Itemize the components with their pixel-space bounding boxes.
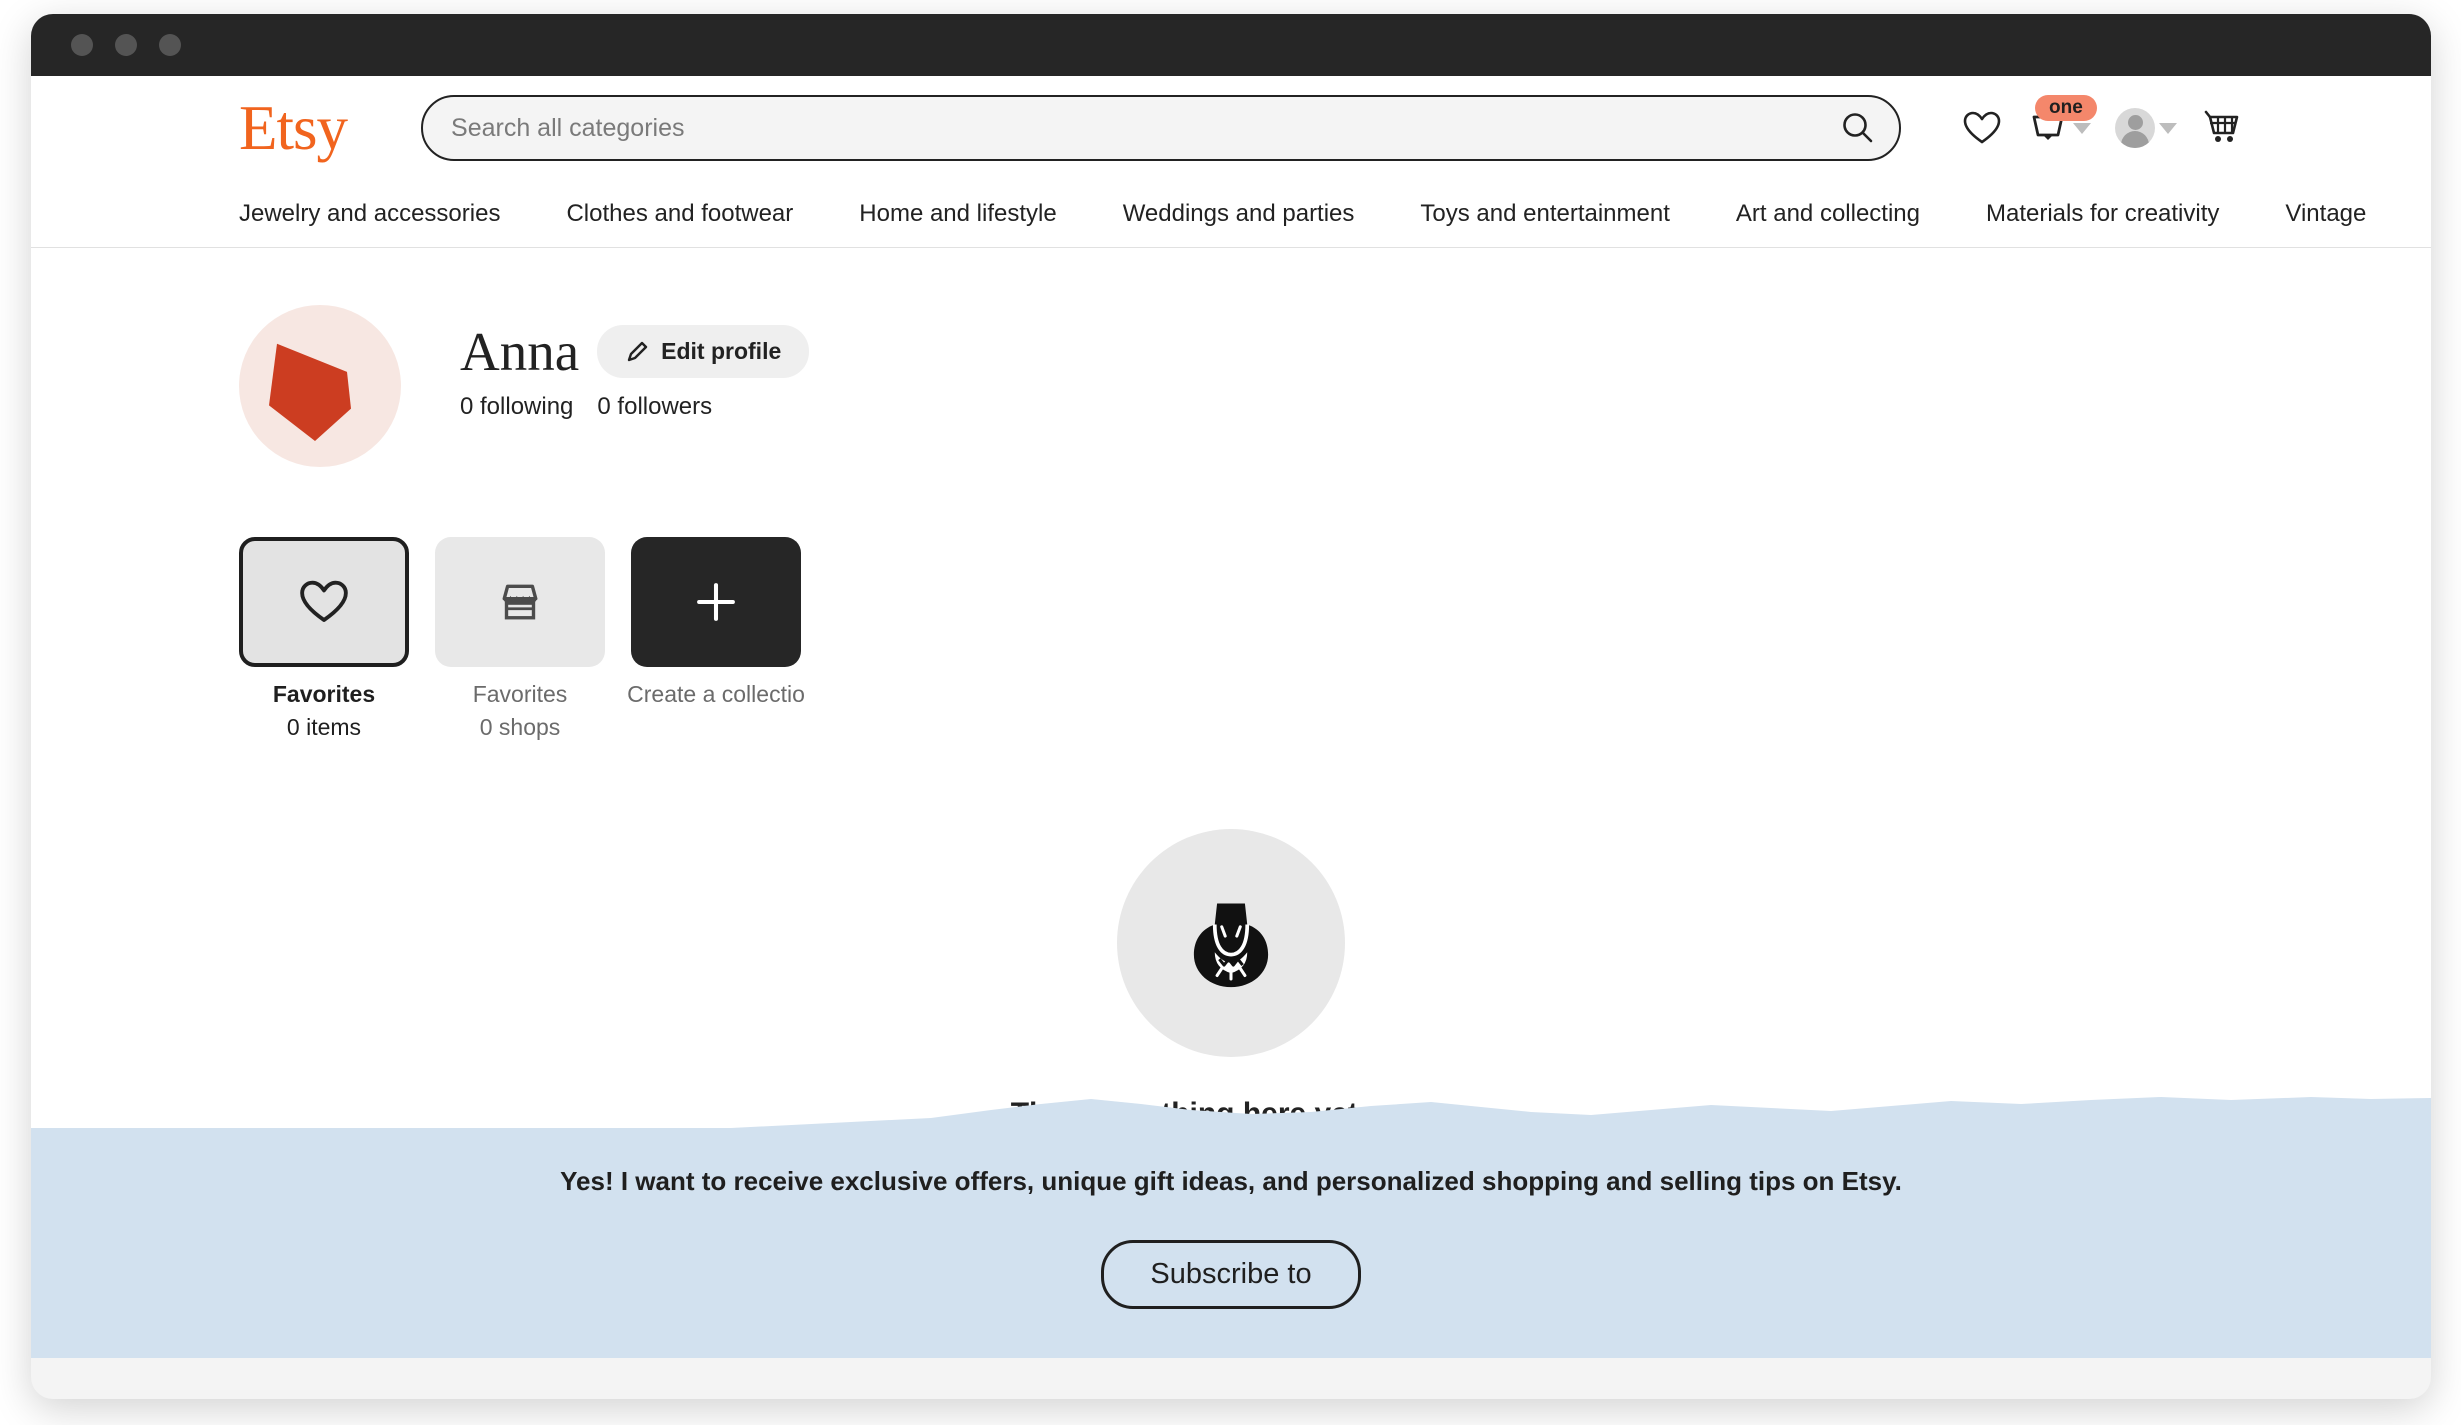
- collection-tile: [435, 537, 605, 667]
- etsy-logo[interactable]: Etsy: [239, 96, 348, 160]
- edit-profile-button[interactable]: Edit profile: [597, 325, 810, 379]
- collection-label: Favorites: [472, 681, 568, 707]
- edit-profile-label: Edit profile: [661, 338, 782, 365]
- maximize-window-button[interactable]: [159, 34, 181, 56]
- collection-favorites-items[interactable]: Favorites 0 items: [239, 537, 409, 741]
- favorites-button[interactable]: [1953, 99, 2011, 157]
- search-icon: [1843, 113, 1873, 143]
- necklace-icon: [1193, 903, 1269, 988]
- browser-titlebar: [31, 14, 2431, 76]
- chevron-down-icon: [2159, 122, 2178, 134]
- nav-item-weddings[interactable]: Weddings and parties: [1123, 200, 1355, 228]
- page-viewport: Etsy Search all categories one Jewelry a…: [31, 76, 2431, 1358]
- account-button[interactable]: [2107, 100, 2185, 156]
- page-title: Anna: [460, 321, 580, 382]
- heart-icon: [1963, 111, 2001, 144]
- search-input[interactable]: [421, 95, 1902, 161]
- profile-header: Anna Edit profile 0 following 0 follower…: [239, 248, 2223, 467]
- nav-item-home[interactable]: Home and lifestyle: [859, 200, 1056, 228]
- profile-details: Anna Edit profile 0 following 0 follower…: [460, 305, 810, 421]
- search-bar: [421, 95, 1902, 161]
- category-nav: Jewelry and accessories Clothes and foot…: [31, 180, 2431, 248]
- close-window-button[interactable]: [71, 34, 93, 56]
- desktop-background: Etsy Search all categories one Jewelry a…: [0, 0, 2461, 1425]
- nav-item-art[interactable]: Art and collecting: [1736, 200, 1920, 228]
- profile-avatar[interactable]: [239, 305, 401, 467]
- cart-button[interactable]: [2193, 98, 2253, 158]
- nav-item-materials[interactable]: Materials for creativity: [1986, 200, 2219, 228]
- following-count[interactable]: 0 following: [460, 393, 573, 421]
- nav-item-vintage[interactable]: Vintage: [2285, 200, 2366, 228]
- collection-label: Favorites: [272, 681, 376, 707]
- create-collection-card[interactable]: Create a collectio: [627, 537, 805, 741]
- site-header: Etsy Search all categories one: [31, 76, 2431, 180]
- footer-content: Yes! I want to receive exclusive offers,…: [31, 1128, 2431, 1309]
- subscribe-message: Yes! I want to receive exclusive offers,…: [560, 1166, 1902, 1196]
- profile-name-row: Anna Edit profile: [460, 321, 810, 382]
- collection-count: 0 shops: [479, 714, 561, 740]
- collection-tile: [239, 537, 409, 667]
- subscribe-button[interactable]: Subscribe to: [1101, 1240, 1361, 1309]
- nav-item-clothes[interactable]: Clothes and footwear: [566, 200, 793, 228]
- followers-count[interactable]: 0 followers: [597, 393, 712, 421]
- heart-icon: [300, 580, 348, 622]
- messages-badge: one: [2035, 95, 2097, 121]
- collections-list: Favorites 0 items Favorites 0 shops Crea…: [239, 537, 2223, 741]
- collection-label: Create a collectio: [627, 681, 805, 707]
- pencil-icon: [627, 341, 648, 362]
- avatar-icon: [2115, 108, 2156, 148]
- nav-item-jewelry[interactable]: Jewelry and accessories: [239, 200, 500, 228]
- follow-stats: 0 following 0 followers: [460, 393, 809, 421]
- avatar-shape-icon: [269, 343, 351, 441]
- collection-count: 0 items: [286, 714, 362, 740]
- collection-favorites-shops[interactable]: Favorites 0 shops: [435, 537, 605, 741]
- nav-item-toys[interactable]: Toys and entertainment: [1420, 200, 1669, 228]
- header-actions: one: [1953, 95, 2253, 158]
- storefront-icon: [502, 584, 538, 620]
- browser-window: Etsy Search all categories one Jewelry a…: [31, 14, 2431, 1399]
- messages-button[interactable]: one: [2019, 95, 2099, 157]
- chevron-down-icon: [2073, 122, 2092, 134]
- empty-state-illustration: [1117, 829, 1345, 1057]
- search-button[interactable]: [1833, 103, 1883, 153]
- plus-icon: [697, 583, 735, 621]
- subscribe-footer: Yes! I want to receive exclusive offers,…: [31, 1097, 2431, 1358]
- minimize-window-button[interactable]: [115, 34, 137, 56]
- collection-tile: [631, 537, 801, 667]
- shopping-cart-icon: [2204, 110, 2239, 142]
- main-content: Anna Edit profile 0 following 0 follower…: [31, 248, 2431, 1218]
